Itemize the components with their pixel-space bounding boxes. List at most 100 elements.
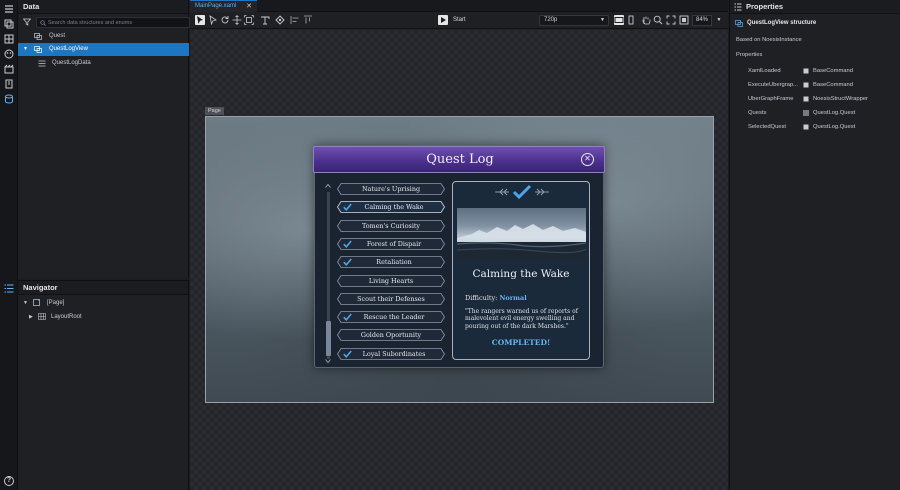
property-type: QuestLog.Quest [813,110,856,116]
direct-select-icon[interactable] [208,15,218,25]
search-icon [40,20,46,26]
quest-list-item[interactable]: Living Hearts [337,274,445,287]
collapse-arrow-icon[interactable]: ▶ [29,311,33,323]
palette-icon[interactable] [4,49,14,59]
assets-icon[interactable] [4,34,14,44]
menu-icon[interactable] [4,4,14,14]
navigator-icon[interactable] [4,284,14,293]
navigator-panel: Navigator ▼ [Page] ▶ LayoutRoot [4,280,189,490]
data-search-input[interactable] [48,18,188,27]
square-icon [803,68,809,74]
difficulty-label: Difficulty: [465,294,498,302]
align-left-icon[interactable] [290,15,300,25]
design-canvas[interactable]: Page Quest Log ✕ Nature's Uprising Calmin… [190,30,728,490]
nav-item-label: LayoutRoot [51,314,82,320]
completed-check-icon [495,184,549,200]
quest-list-item[interactable]: Loyal Subordinates [337,347,445,360]
quest-difficulty: Difficulty: Normal [465,294,527,302]
quest-list-item[interactable]: Scout their Defenses [337,292,445,305]
properties-panel: Properties QuestLogView structure Based … [729,0,900,490]
quest-list-item[interactable]: Rescue the Leader [337,311,445,323]
nav-item-page[interactable]: ▼ [Page] [18,297,189,309]
quest-status: COMPLETED! [491,338,551,347]
quest-list-item[interactable]: Calming the Wake [337,201,445,214]
property-row[interactable]: UberGraphFrame NoesisStructWrapper [730,94,900,104]
text-tool-icon[interactable] [260,15,270,25]
zoom-magnifier-icon[interactable] [653,15,663,25]
structure-title: QuestLogView structure [747,20,817,26]
quest-name: Nature's Uprising [361,185,421,193]
data-search-row: + [18,14,202,30]
editor-toolbar: Start 720p ▼ 84% ▼ [190,12,728,29]
start-label[interactable]: Start [453,15,466,25]
resources-icon[interactable] [4,79,14,89]
chevron-down-icon[interactable]: ▼ [714,15,724,26]
quest-log-window: Quest Log ✕ Nature's Uprising Calming the… [313,145,605,368]
filter-icon[interactable] [23,18,31,26]
quest-list-item[interactable]: Nature's Uprising [337,183,445,195]
data-search-box[interactable] [36,17,190,28]
zoom-level-input[interactable]: 84% [692,15,712,26]
pan-hand-icon[interactable] [641,15,651,25]
select-tool-icon[interactable] [195,15,205,25]
square-icon [803,124,809,130]
quest-list-item[interactable]: Golden Oportunity [337,329,445,342]
data-tree-label: QuestLogData [52,60,91,66]
quest-detail-title: Calming the Wake [472,268,570,280]
quest-artwork [457,208,586,260]
expand-arrow-icon[interactable]: ▼ [23,43,28,56]
scale-tool-icon[interactable] [244,15,254,25]
help-icon[interactable]: ? [4,476,14,486]
nav-item-layoutroot[interactable]: ▶ LayoutRoot [18,311,189,323]
landscape-device-icon[interactable] [614,15,624,25]
document-tab-bar: MainPage.xaml ✕ [190,0,728,12]
layers-icon[interactable] [4,19,14,29]
brush-tool-icon[interactable] [275,15,285,25]
page-icon [33,299,41,306]
based-on-label: Based on NoesisInstance [736,37,802,43]
quest-name: Loyal Subordinates [362,349,426,358]
start-play-icon[interactable] [438,15,448,25]
rotate-tool-icon[interactable] [220,15,230,25]
align-top-icon[interactable] [303,15,313,25]
quest-name: Retaliation [376,258,412,267]
portrait-device-icon[interactable] [626,15,636,25]
quest-name: Calming the Wake [364,203,424,212]
chevron-down-icon: ▼ [600,17,605,23]
data-class-icon [735,20,743,27]
quest-list-item[interactable]: Tomen's Curiosity [337,219,445,232]
grid-icon [38,313,46,320]
quest-detail-card: Calming the Wake Difficulty: Normal "The… [452,181,590,360]
data-class-icon [34,46,42,53]
close-icon[interactable]: ✕ [581,153,594,166]
actual-size-icon[interactable] [679,15,689,25]
page-label: Page [205,107,224,115]
quest-list-scroll-thumb[interactable] [326,321,331,356]
property-row[interactable]: XamlLoaded BaseCommand [730,66,900,76]
quest-list-item[interactable]: Forest of Dispair [337,237,445,250]
scroll-down-icon[interactable] [325,358,331,364]
move-tool-icon[interactable] [232,15,242,25]
quest-list-item[interactable]: Retaliation [337,256,445,269]
left-icon-rail: ? [0,0,18,490]
animation-icon[interactable] [4,64,14,74]
tab-close-icon[interactable]: ✕ [246,1,252,12]
data-tree-item-quest[interactable]: Quest [18,30,189,43]
fit-screen-icon[interactable] [666,15,676,25]
expand-arrow-icon[interactable]: ▼ [23,297,28,309]
property-row[interactable]: ExecuteUbergrap... BaseCommand [730,80,900,90]
data-tree-item-questlogview[interactable]: ▼ QuestLogView [18,43,189,56]
property-type: QuestLog.Quest [813,124,856,130]
tab-mainpage[interactable]: MainPage.xaml ✕ [190,0,257,12]
properties-title: Properties [730,0,900,14]
quest-name: Tomen's Curiosity [361,221,421,230]
property-row[interactable]: SelectedQuest QuestLog.Quest [730,122,900,132]
property-row[interactable]: Quests QuestLog.Quest [730,108,900,118]
data-icon[interactable] [4,94,14,104]
page-artboard[interactable]: Quest Log ✕ Nature's Uprising Calming the… [205,116,714,403]
scroll-up-icon[interactable] [325,183,331,189]
square-icon [803,82,809,88]
data-tree-item-questlogdata[interactable]: QuestLogData [18,57,189,70]
resolution-select[interactable]: 720p ▼ [539,15,609,26]
grid-icon [803,110,809,116]
